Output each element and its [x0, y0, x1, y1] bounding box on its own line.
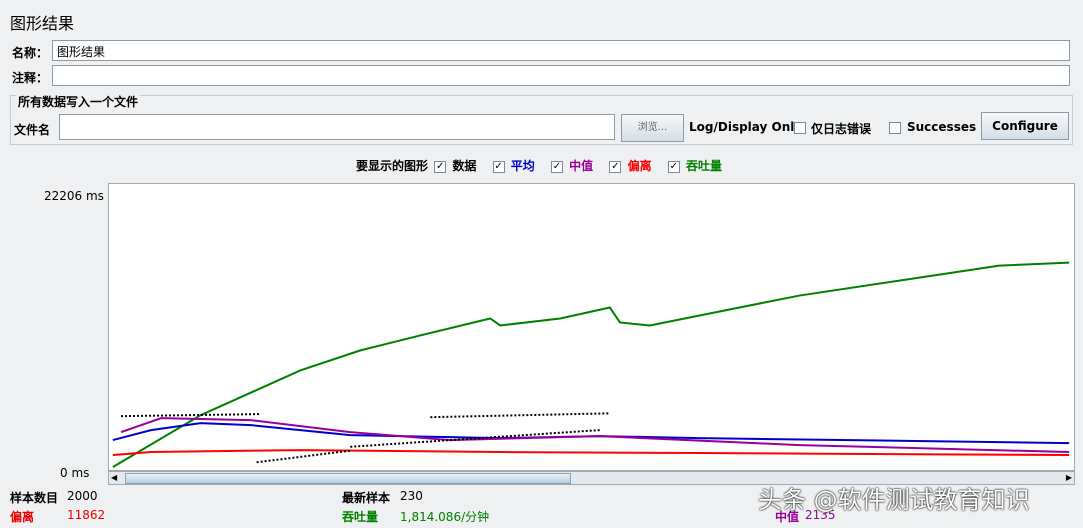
deviation-line: [112, 449, 1070, 457]
name-input[interactable]: 图形结果: [52, 40, 1070, 61]
y-min-label: 0 ms: [60, 466, 90, 480]
watermark: 头条 @软件测试教育知识: [758, 486, 1030, 514]
median-checkbox[interactable]: ✓: [550, 160, 563, 173]
errors-only-checkbox[interactable]: [794, 122, 806, 134]
average-line: [112, 422, 1070, 445]
scroll-right-icon[interactable]: ▶: [1066, 473, 1072, 482]
data-points: [256, 449, 351, 464]
throughput-label: 吞吐量: [685, 159, 722, 173]
throughput-stat-label: 吞吐量: [342, 510, 379, 524]
data-checkbox[interactable]: ✓: [434, 160, 447, 173]
graph-plot: [108, 183, 1075, 471]
data-points: [121, 413, 261, 418]
scrollbar-thumb[interactable]: [125, 473, 571, 484]
data-points: [350, 429, 600, 448]
comment-input[interactable]: [52, 65, 1070, 86]
log-display-label: Log/Display Only:: [689, 120, 807, 134]
file-label: 文件名: [14, 123, 51, 137]
graph-svg: [112, 261, 1070, 468]
deviation-stat-label: 偏离: [10, 510, 35, 524]
samples-label: 样本数目: [10, 491, 59, 505]
median-line: [120, 417, 1070, 454]
comment-label: 注释：: [12, 71, 49, 85]
throughput-stat-value: 1,814.086/分钟: [400, 510, 490, 524]
graphs-label: 要显示的图形: [356, 159, 429, 173]
graphs-legend: 要显示的图形 ✓ 数据 ✓ 平均 ✓ 中值 ✓ 偏离 ✓ 吞吐量: [356, 157, 724, 174]
latest-label: 最新样本: [342, 491, 391, 505]
browse-button[interactable]: 浏览...: [621, 114, 684, 142]
data-label: 数据: [452, 159, 477, 173]
scroll-left-icon[interactable]: ◀: [111, 473, 117, 482]
samples-value: 2000: [67, 489, 98, 503]
name-label: 名称：: [12, 46, 49, 60]
page-title: 图形结果: [10, 14, 75, 33]
median-label: 中值: [569, 159, 594, 173]
errors-only-label: 仅日志错误: [811, 122, 872, 136]
deviation-checkbox[interactable]: ✓: [609, 160, 622, 173]
successes-checkbox[interactable]: [889, 122, 901, 134]
average-label: 平均: [510, 159, 535, 173]
file-group-title: 所有数据写入一个文件: [16, 93, 141, 110]
successes-label: Successes: [907, 120, 977, 134]
latest-value: 230: [400, 489, 423, 503]
throughput-checkbox[interactable]: ✓: [667, 160, 680, 173]
data-points: [430, 412, 610, 419]
deviation-label: 偏离: [627, 159, 652, 173]
configure-button[interactable]: Configure: [981, 112, 1069, 140]
average-checkbox[interactable]: ✓: [492, 160, 505, 173]
file-input[interactable]: [59, 114, 615, 140]
y-max-label: 22206 ms: [44, 189, 104, 203]
deviation-stat-value: 11862: [67, 508, 106, 522]
